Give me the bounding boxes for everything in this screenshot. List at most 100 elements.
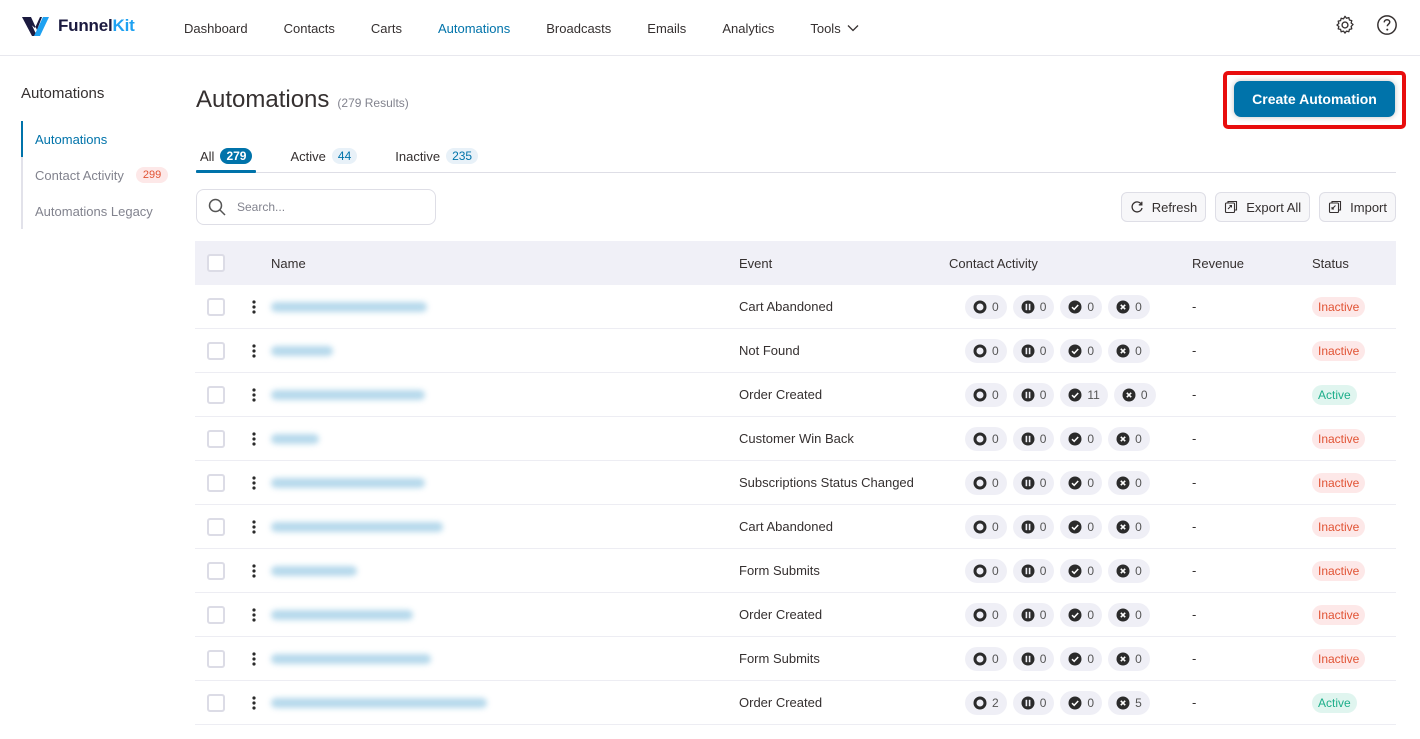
activity-pill[interactable]: 0 bbox=[1108, 514, 1150, 539]
automation-name-link[interactable] bbox=[271, 565, 357, 576]
activity-pill[interactable]: 0 bbox=[1108, 294, 1150, 319]
refresh-button[interactable]: Refresh bbox=[1120, 192, 1207, 222]
table-row[interactable]: Not Found 0 0 0 0 - Inactive bbox=[195, 329, 1396, 373]
activity-pill[interactable]: 0 bbox=[1060, 690, 1103, 715]
row-checkbox[interactable] bbox=[207, 693, 225, 712]
kebab-menu-icon[interactable] bbox=[252, 563, 256, 578]
kebab-menu-icon[interactable] bbox=[252, 431, 256, 446]
row-checkbox[interactable] bbox=[207, 561, 225, 580]
nav-analytics[interactable]: Analytics bbox=[722, 21, 774, 36]
tab-all[interactable]: All 279 bbox=[196, 140, 257, 173]
table-row[interactable]: Customer Win Back 0 0 0 0 - Inactive bbox=[195, 417, 1396, 461]
automation-name-link[interactable] bbox=[271, 653, 431, 664]
status-badge[interactable]: Inactive bbox=[1312, 516, 1366, 537]
col-name[interactable]: Name bbox=[271, 256, 739, 271]
activity-pill[interactable]: 0 bbox=[1012, 558, 1055, 583]
activity-pill[interactable]: 0 bbox=[1012, 426, 1055, 451]
nav-automations[interactable]: Automations bbox=[438, 21, 510, 36]
activity-pill[interactable]: 0 bbox=[1060, 338, 1103, 363]
activity-pill[interactable]: 0 bbox=[1012, 470, 1055, 495]
row-checkbox[interactable] bbox=[207, 473, 225, 492]
activity-pill[interactable]: 0 bbox=[1108, 470, 1150, 495]
nav-tools[interactable]: Tools bbox=[810, 21, 859, 36]
automation-name-link[interactable] bbox=[271, 301, 427, 312]
activity-pill[interactable]: 0 bbox=[965, 470, 1007, 495]
automation-name-link[interactable] bbox=[271, 609, 413, 620]
activity-pill[interactable]: 0 bbox=[1060, 426, 1103, 451]
activity-pill[interactable]: 0 bbox=[1060, 514, 1103, 539]
table-row[interactable]: Order Created 0 0 0 0 - Inactive bbox=[195, 593, 1396, 637]
table-row[interactable]: Order Created 0 0 11 0 - Active bbox=[195, 373, 1396, 417]
gear-icon[interactable] bbox=[1334, 14, 1356, 36]
activity-pill[interactable]: 11 bbox=[1060, 382, 1108, 407]
row-checkbox[interactable] bbox=[207, 341, 225, 360]
activity-pill[interactable]: 0 bbox=[965, 602, 1007, 627]
row-checkbox[interactable] bbox=[207, 517, 225, 536]
create-automation-button[interactable]: Create Automation bbox=[1234, 81, 1395, 117]
sidebar-item-contact-activity[interactable]: Contact Activity 299 bbox=[23, 157, 181, 193]
status-badge[interactable]: Inactive bbox=[1312, 340, 1366, 361]
import-button[interactable]: Import bbox=[1319, 192, 1396, 222]
activity-pill[interactable]: 5 bbox=[1108, 690, 1150, 715]
status-badge[interactable]: Active bbox=[1312, 384, 1357, 405]
funnelkit-logo[interactable]: FunnelKit bbox=[21, 14, 135, 38]
select-all-checkbox[interactable] bbox=[207, 254, 225, 272]
table-row[interactable]: Order Created 2 0 0 5 - Active bbox=[195, 681, 1396, 725]
activity-pill[interactable]: 0 bbox=[1060, 558, 1103, 583]
activity-pill[interactable]: 0 bbox=[1113, 382, 1156, 407]
kebab-menu-icon[interactable] bbox=[252, 695, 256, 710]
status-badge[interactable]: Inactive bbox=[1312, 648, 1366, 669]
activity-pill[interactable]: 0 bbox=[1060, 294, 1103, 319]
status-badge[interactable]: Inactive bbox=[1312, 472, 1366, 493]
activity-pill[interactable]: 0 bbox=[965, 338, 1007, 363]
automation-name-link[interactable] bbox=[271, 477, 425, 488]
nav-dashboard[interactable]: Dashboard bbox=[184, 21, 248, 36]
status-badge[interactable]: Inactive bbox=[1312, 604, 1366, 625]
nav-contacts[interactable]: Contacts bbox=[284, 21, 335, 36]
row-checkbox[interactable] bbox=[207, 385, 225, 404]
activity-pill[interactable]: 0 bbox=[1108, 646, 1150, 671]
export-all-button[interactable]: Export All bbox=[1215, 192, 1311, 222]
table-row[interactable]: Cart Abandoned 0 0 0 0 - Inactive bbox=[195, 505, 1396, 549]
nav-broadcasts[interactable]: Broadcasts bbox=[546, 21, 611, 36]
table-row[interactable]: Subscriptions Status Changed 0 0 0 0 - I… bbox=[195, 461, 1396, 505]
activity-pill[interactable]: 0 bbox=[965, 426, 1007, 451]
activity-pill[interactable]: 0 bbox=[1012, 294, 1055, 319]
sidebar-item-automations[interactable]: Automations bbox=[21, 121, 181, 157]
activity-pill[interactable]: 0 bbox=[965, 646, 1007, 671]
activity-pill[interactable]: 0 bbox=[1060, 646, 1103, 671]
activity-pill[interactable]: 0 bbox=[1108, 426, 1150, 451]
status-badge[interactable]: Active bbox=[1312, 692, 1357, 713]
kebab-menu-icon[interactable] bbox=[252, 607, 256, 622]
activity-pill[interactable]: 0 bbox=[1108, 602, 1150, 627]
status-badge[interactable]: Inactive bbox=[1312, 428, 1366, 449]
automation-name-link[interactable] bbox=[271, 697, 487, 708]
kebab-menu-icon[interactable] bbox=[252, 651, 256, 666]
activity-pill[interactable]: 0 bbox=[1060, 602, 1103, 627]
kebab-menu-icon[interactable] bbox=[252, 387, 256, 402]
row-checkbox[interactable] bbox=[207, 429, 225, 448]
table-row[interactable]: Form Submits 0 0 0 0 - Inactive bbox=[195, 637, 1396, 681]
activity-pill[interactable]: 0 bbox=[1012, 602, 1055, 627]
table-row[interactable]: Cart Abandoned 0 0 0 0 - Inactive bbox=[195, 285, 1396, 329]
tab-active[interactable]: Active 44 bbox=[286, 140, 361, 172]
activity-pill[interactable]: 0 bbox=[1012, 690, 1055, 715]
search-input[interactable] bbox=[237, 200, 417, 214]
automation-name-link[interactable] bbox=[271, 433, 319, 444]
status-badge[interactable]: Inactive bbox=[1312, 560, 1366, 581]
activity-pill[interactable]: 0 bbox=[965, 382, 1007, 407]
automation-name-link[interactable] bbox=[271, 389, 425, 400]
kebab-menu-icon[interactable] bbox=[252, 343, 256, 358]
row-checkbox[interactable] bbox=[207, 649, 225, 668]
activity-pill[interactable]: 0 bbox=[1012, 382, 1055, 407]
sidebar-item-automations-legacy[interactable]: Automations Legacy bbox=[23, 193, 181, 229]
status-badge[interactable]: Inactive bbox=[1312, 296, 1366, 317]
automation-name-link[interactable] bbox=[271, 521, 443, 532]
kebab-menu-icon[interactable] bbox=[252, 299, 256, 314]
row-checkbox[interactable] bbox=[207, 297, 225, 316]
activity-pill[interactable]: 2 bbox=[965, 690, 1007, 715]
activity-pill[interactable]: 0 bbox=[1108, 338, 1150, 363]
table-row[interactable]: Form Submits 0 0 0 0 - Inactive bbox=[195, 549, 1396, 593]
automation-name-link[interactable] bbox=[271, 345, 333, 356]
activity-pill[interactable]: 0 bbox=[1060, 470, 1103, 495]
